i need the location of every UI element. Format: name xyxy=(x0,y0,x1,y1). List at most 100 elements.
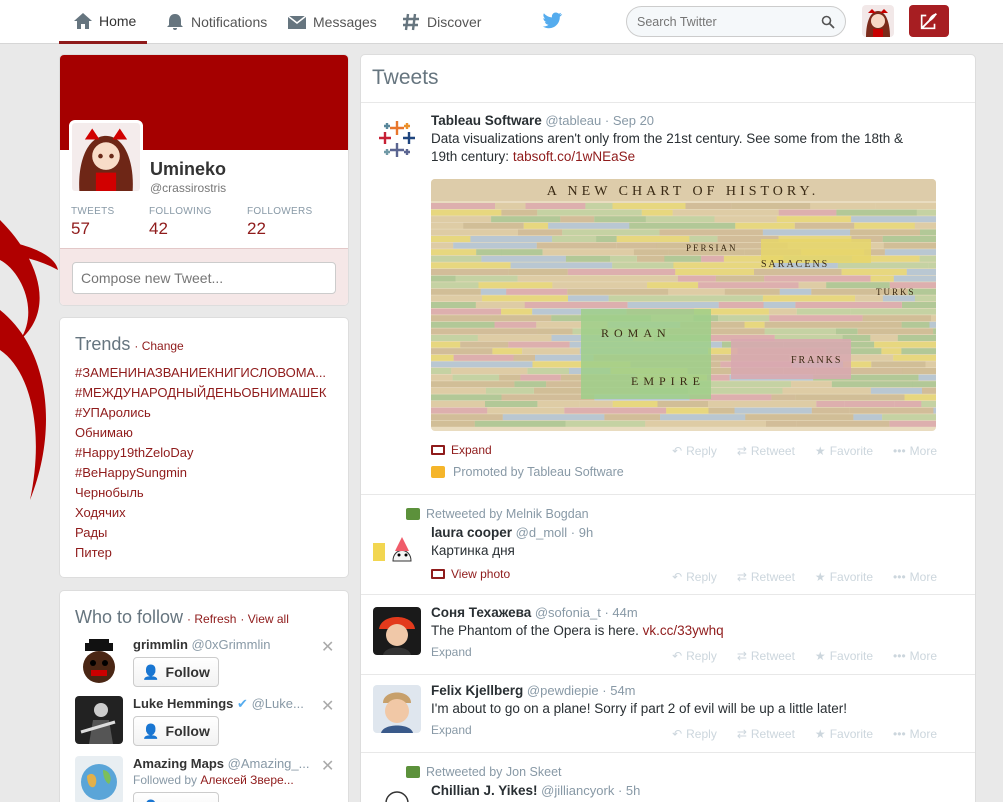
tweet-author-name[interactable]: Tableau Software xyxy=(431,113,542,128)
trend-item[interactable]: Ходячих xyxy=(75,503,337,523)
followed-by-link[interactable]: Алексей Звере... xyxy=(200,773,293,787)
dismiss-icon[interactable]: ✕ xyxy=(321,696,334,716)
favorite-button[interactable]: ★ Favorite xyxy=(815,444,873,458)
more-button[interactable]: ••• More xyxy=(893,649,937,663)
trend-item[interactable]: #УПАролись xyxy=(75,403,337,423)
favorite-button[interactable]: ★ Favorite xyxy=(815,570,873,584)
profile-name[interactable]: Umineko xyxy=(150,159,226,180)
retweet-button[interactable]: ⇄ Retweet xyxy=(737,649,795,663)
suggested-user-name[interactable]: grimmlin @0xGrimmlin xyxy=(133,637,313,652)
refresh-link[interactable]: · Refresh xyxy=(187,612,236,626)
suggested-user-name[interactable]: Amazing Maps @Amazing_... xyxy=(133,756,313,771)
reply-button[interactable]: ↶ Reply xyxy=(672,649,717,663)
retweet-button[interactable]: ⇄ Retweet xyxy=(737,444,795,458)
favorite-button[interactable]: ★ Favorite xyxy=(815,649,873,663)
trend-item[interactable]: Обнимаю xyxy=(75,423,337,443)
expand-link[interactable]: Expand xyxy=(431,443,492,457)
trend-item[interactable]: Рады xyxy=(75,523,337,543)
tweet[interactable]: Retweeted by Melnik Bogdan laura cooper … xyxy=(361,495,975,595)
retweet-button[interactable]: ⇄ Retweet xyxy=(737,727,795,741)
avatar[interactable] xyxy=(373,607,421,655)
user-avatar-menu[interactable] xyxy=(862,5,894,37)
avatar[interactable] xyxy=(373,685,421,733)
compose-tweet-button[interactable] xyxy=(909,5,949,37)
chart-band xyxy=(884,249,936,256)
avatar[interactable] xyxy=(75,637,123,685)
retweeted-by[interactable]: Retweeted by Jon Skeet xyxy=(406,765,562,779)
tweet-author-name[interactable]: Chillian J. Yikes! xyxy=(431,783,538,798)
tweet-link[interactable]: tabsoft.co/1wNEaSe xyxy=(513,149,635,164)
avatar[interactable] xyxy=(75,756,123,802)
dismiss-icon[interactable]: ✕ xyxy=(321,637,334,657)
search-icon[interactable] xyxy=(821,15,835,29)
reply-button[interactable]: ↶ Reply xyxy=(672,727,717,741)
tweet[interactable]: Felix Kjellberg @pewdiepie · 54m I'm abo… xyxy=(361,675,975,753)
favorite-button[interactable]: ★ Favorite xyxy=(815,727,873,741)
nav-notifications[interactable]: Notifications xyxy=(165,0,267,44)
reply-icon: ↶ xyxy=(672,570,683,584)
chart-band xyxy=(616,236,690,242)
chart-band xyxy=(882,414,936,421)
tweet-timestamp[interactable]: · Sep 20 xyxy=(605,113,654,128)
chart-band xyxy=(835,328,858,335)
profile-avatar[interactable] xyxy=(69,120,143,194)
stat-tweets[interactable]: TWEETS 57 xyxy=(71,206,114,239)
tweet-timestamp[interactable]: · 5h xyxy=(618,783,640,798)
tweet-author-name[interactable]: laura cooper xyxy=(431,525,512,540)
chart-band xyxy=(608,295,709,302)
trends-change-link[interactable]: · Change xyxy=(134,339,183,353)
nav-home[interactable]: Home xyxy=(59,0,147,44)
chart-band xyxy=(431,282,479,289)
avatar[interactable] xyxy=(373,115,421,163)
tweet-timestamp[interactable]: · 44m xyxy=(604,605,637,620)
trend-item[interactable]: #Happy19thZeloDay xyxy=(75,443,337,463)
compose-tweet-input[interactable] xyxy=(72,262,336,294)
nav-messages[interactable]: Messages xyxy=(287,0,377,44)
stat-followers[interactable]: FOLLOWERS 22 xyxy=(247,206,313,239)
tweet-image[interactable]: A NEW CHART OF HISTORY. ROMAN EMPIRE SAR… xyxy=(431,179,936,431)
tweet-timestamp[interactable]: · 9h xyxy=(571,525,593,540)
search-box[interactable] xyxy=(626,6,846,37)
chart-band xyxy=(724,288,780,295)
twitter-bird-icon[interactable] xyxy=(541,11,563,31)
follow-button[interactable]: 👤Follow xyxy=(133,716,219,746)
tweet-link[interactable]: vk.cc/33ywhq xyxy=(643,623,724,638)
promoted-label[interactable]: Promoted by Tableau Software xyxy=(431,465,624,479)
trend-item[interactable]: #BeHappySungmin xyxy=(75,463,337,483)
trend-item[interactable]: #МЕЖДУНАРОДНЫЙДЕНЬОБНИМАШЕК xyxy=(75,383,337,403)
more-button[interactable]: ••• More xyxy=(893,444,937,458)
retweeted-by[interactable]: Retweeted by Melnik Bogdan xyxy=(406,507,589,521)
stat-following[interactable]: FOLLOWING 42 xyxy=(149,206,212,239)
tweet-body: Tableau Software @tableau · Sep 20 Data … xyxy=(431,113,951,479)
suggested-user-name[interactable]: Luke Hemmings ✔ @Luke... xyxy=(133,696,313,712)
more-button[interactable]: ••• More xyxy=(893,727,937,741)
chart-band xyxy=(918,374,936,381)
follow-button[interactable]: 👤Follow xyxy=(133,792,219,802)
dismiss-icon[interactable]: ✕ xyxy=(321,756,334,776)
tweet-author-name[interactable]: Соня Техажева xyxy=(431,605,531,620)
avatar[interactable] xyxy=(371,525,419,573)
tweet[interactable]: Tableau Software @tableau · Sep 20 Data … xyxy=(361,103,975,495)
view-all-link[interactable]: · View all xyxy=(240,612,288,626)
chart-band xyxy=(501,394,595,401)
more-icon: ••• xyxy=(893,570,906,584)
search-input[interactable] xyxy=(637,14,817,29)
retweet-button[interactable]: ⇄ Retweet xyxy=(737,570,795,584)
chart-band xyxy=(850,229,920,236)
tweet[interactable]: Retweeted by Jon Skeet Chillian J. Yikes… xyxy=(361,753,975,802)
nav-discover[interactable]: Discover xyxy=(401,0,481,44)
trend-item[interactable]: Чернобыль xyxy=(75,483,337,503)
tweet[interactable]: Соня Техажева @sofonia_t · 44m The Phant… xyxy=(361,595,975,675)
follow-button[interactable]: 👤Follow xyxy=(133,657,219,687)
avatar[interactable] xyxy=(373,783,421,802)
tweet-author-name[interactable]: Felix Kjellberg xyxy=(431,683,523,698)
trend-item[interactable]: Питер xyxy=(75,543,337,563)
trend-item[interactable]: #ЗАМЕНИНАЗВАНИЕКНИГИСЛОВОМА... xyxy=(75,363,337,383)
chart-band xyxy=(513,354,535,361)
reply-button[interactable]: ↶ Reply xyxy=(672,444,717,458)
chart-band xyxy=(431,374,453,381)
more-button[interactable]: ••• More xyxy=(893,570,937,584)
avatar[interactable] xyxy=(75,696,123,744)
tweet-timestamp[interactable]: · 54m xyxy=(602,683,635,698)
reply-button[interactable]: ↶ Reply xyxy=(672,570,717,584)
